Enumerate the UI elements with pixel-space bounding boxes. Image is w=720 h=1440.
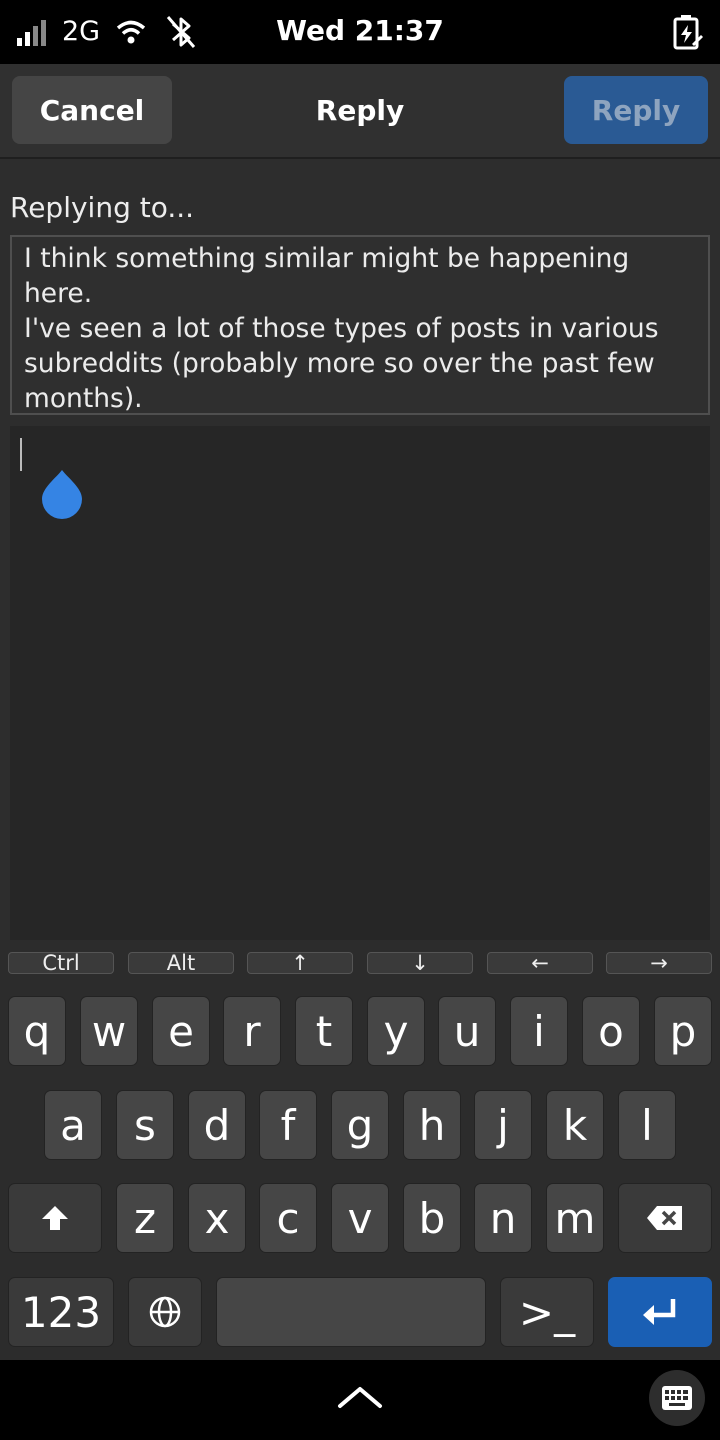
arrow-up-key[interactable]: ↑ bbox=[247, 951, 353, 975]
quote-line: I think something similar might be happe… bbox=[24, 243, 630, 309]
key-e[interactable]: e bbox=[152, 996, 210, 1066]
key-f[interactable]: f bbox=[259, 1090, 317, 1160]
key-y[interactable]: y bbox=[367, 996, 425, 1066]
arrow-down-key[interactable]: ↓ bbox=[367, 951, 473, 975]
shift-key[interactable] bbox=[8, 1183, 102, 1253]
battery-charging-icon bbox=[673, 15, 703, 50]
keyboard-icon bbox=[662, 1386, 692, 1410]
reply-button[interactable]: Reply bbox=[564, 76, 708, 144]
key-d[interactable]: d bbox=[188, 1090, 246, 1160]
key-x[interactable]: x bbox=[188, 1183, 246, 1253]
key-a[interactable]: a bbox=[44, 1090, 102, 1160]
navigation-bar bbox=[0, 1360, 720, 1440]
arrow-right-key[interactable]: → bbox=[606, 951, 712, 975]
key-k[interactable]: k bbox=[546, 1090, 604, 1160]
backspace-icon bbox=[647, 1206, 682, 1230]
keyboard-toggle-button[interactable] bbox=[649, 1370, 705, 1426]
key-l[interactable]: l bbox=[618, 1090, 676, 1160]
quoted-comment: I think something similar might be happe… bbox=[10, 235, 710, 415]
header-bar: Cancel Reply Reply bbox=[0, 64, 720, 159]
key-w[interactable]: w bbox=[80, 996, 138, 1066]
globe-icon bbox=[149, 1296, 181, 1328]
numbers-key[interactable]: 123 bbox=[8, 1277, 114, 1347]
key-s[interactable]: s bbox=[116, 1090, 174, 1160]
modifier-row: Ctrl Alt ↑ ↓ ← → bbox=[0, 951, 720, 975]
key-p[interactable]: p bbox=[654, 996, 712, 1066]
key-h[interactable]: h bbox=[403, 1090, 461, 1160]
enter-icon bbox=[643, 1299, 676, 1325]
terminal-key[interactable]: >_ bbox=[500, 1277, 594, 1347]
key-g[interactable]: g bbox=[331, 1090, 389, 1160]
alt-key[interactable]: Alt bbox=[128, 951, 234, 975]
key-v[interactable]: v bbox=[331, 1183, 389, 1253]
language-key[interactable] bbox=[128, 1277, 202, 1347]
key-u[interactable]: u bbox=[438, 996, 496, 1066]
replying-to-label: Replying to... bbox=[10, 191, 195, 224]
backspace-key[interactable] bbox=[618, 1183, 712, 1253]
reply-content: Replying to... I think something similar… bbox=[0, 159, 720, 940]
space-key[interactable] bbox=[216, 1277, 486, 1347]
key-c[interactable]: c bbox=[259, 1183, 317, 1253]
key-o[interactable]: o bbox=[582, 996, 640, 1066]
clock: Wed 21:37 bbox=[276, 14, 444, 47]
chevron-up-icon[interactable] bbox=[336, 1384, 384, 1410]
arrow-left-key[interactable]: ← bbox=[487, 951, 593, 975]
enter-key[interactable] bbox=[608, 1277, 712, 1347]
status-bar: 2G Wed 21:37 bbox=[0, 0, 720, 64]
reply-text-area[interactable] bbox=[10, 426, 710, 940]
on-screen-keyboard: Ctrl Alt ↑ ↓ ← → q w e r t y u i o p a s… bbox=[0, 940, 720, 1360]
key-q[interactable]: q bbox=[8, 996, 66, 1066]
key-n[interactable]: n bbox=[474, 1183, 532, 1253]
key-m[interactable]: m bbox=[546, 1183, 604, 1253]
key-j[interactable]: j bbox=[474, 1090, 532, 1160]
quote-line: subreddits (probably more so over the pa… bbox=[24, 348, 655, 379]
key-z[interactable]: z bbox=[116, 1183, 174, 1253]
key-t[interactable]: t bbox=[295, 996, 353, 1066]
key-b[interactable]: b bbox=[403, 1183, 461, 1253]
shift-icon bbox=[42, 1206, 68, 1230]
quote-line: months). bbox=[24, 383, 143, 414]
key-i[interactable]: i bbox=[510, 996, 568, 1066]
key-r[interactable]: r bbox=[223, 996, 281, 1066]
quote-line: I've seen a lot of those types of posts … bbox=[24, 313, 659, 344]
cancel-button[interactable]: Cancel bbox=[12, 76, 172, 144]
ctrl-key[interactable]: Ctrl bbox=[8, 951, 114, 975]
